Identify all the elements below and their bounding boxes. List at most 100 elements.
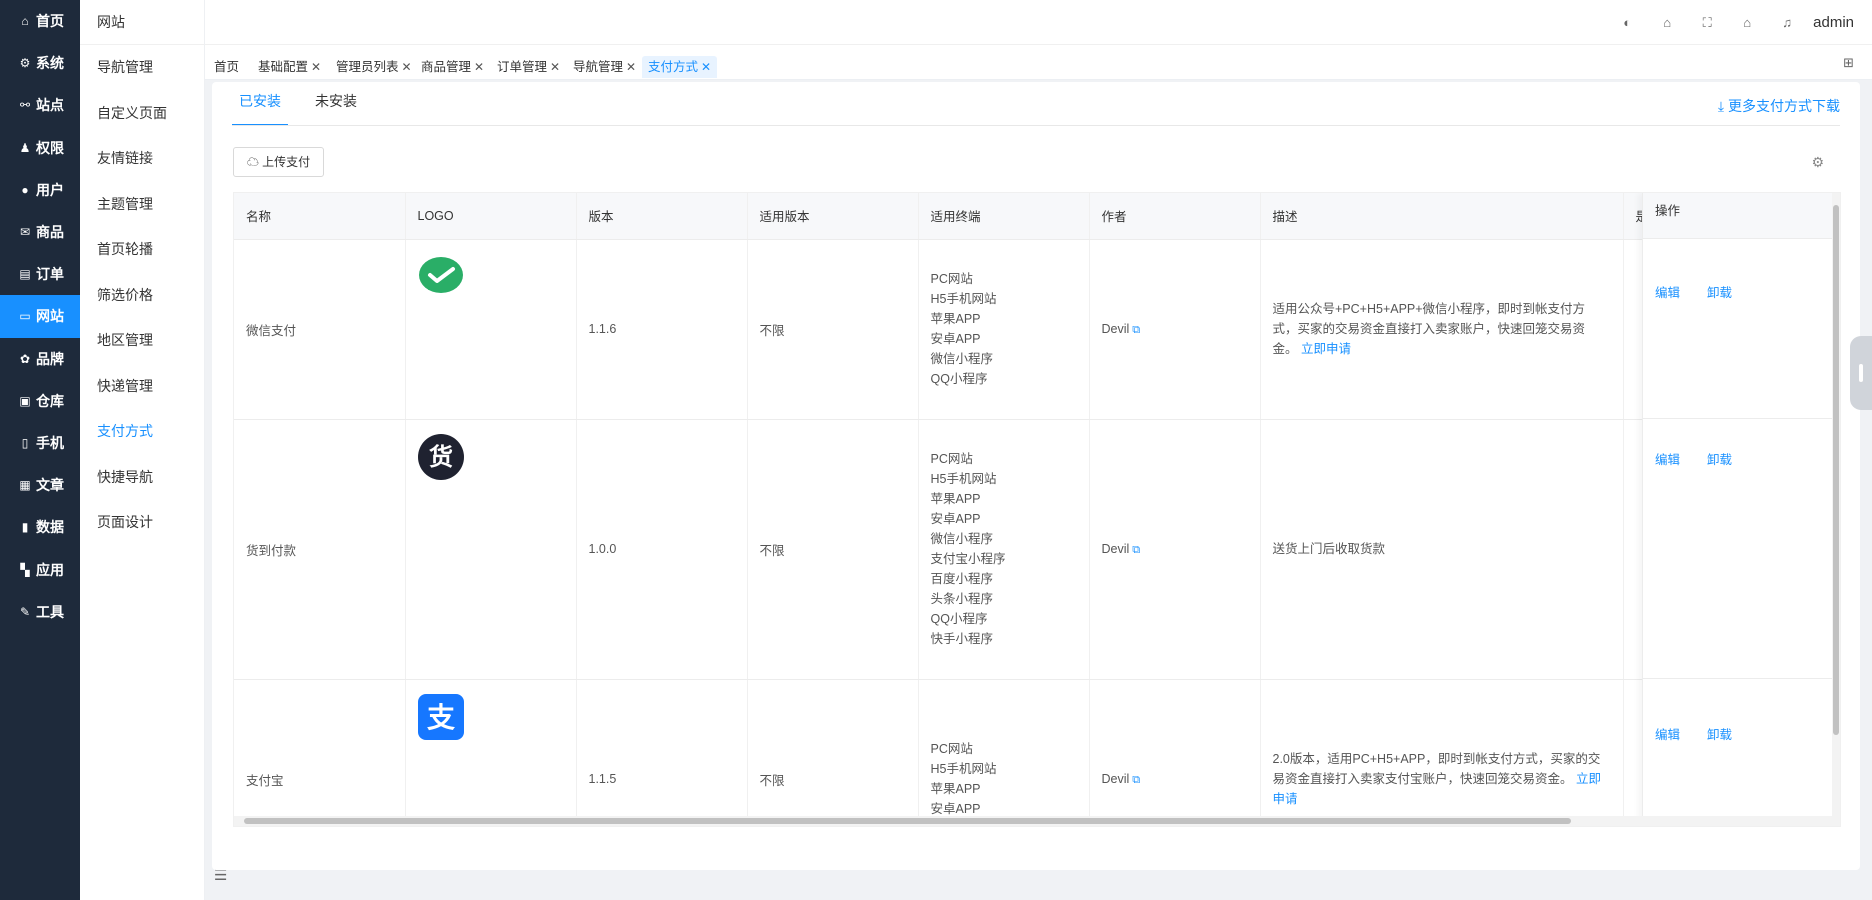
sidebar-item-11[interactable]: ▦ 文章 <box>0 464 80 506</box>
main-card: 已安装 未安装 ⤓ 更多支付方式下载 ☁ 上传支付 ⚙ 名称 LOGO 版本 适用版本… <box>212 82 1860 870</box>
column-header: 适用版本 <box>747 193 919 240</box>
external-link-icon[interactable]: ⧉ <box>1132 774 1140 786</box>
close-icon[interactable]: ✕ <box>474 60 484 74</box>
vertical-scroll-thumb[interactable] <box>1833 205 1839 735</box>
sidebar-item-label: 工具 <box>36 603 64 620</box>
logo-cell <box>405 239 577 420</box>
terminal-item: PC网站 <box>930 272 973 286</box>
subnav-item[interactable]: 自定义页面 <box>80 91 204 137</box>
subnav-item[interactable]: 页面设计 <box>80 500 204 546</box>
external-link-icon[interactable]: ⧉ <box>1132 544 1140 556</box>
terminal-item: 快手小程序 <box>930 632 994 646</box>
sidebar-item-2[interactable]: ⚯ 站点 <box>0 84 80 126</box>
terminal-item: 苹果APP <box>930 782 981 796</box>
page-tab[interactable]: 商品管理 ✕ <box>415 56 490 78</box>
terminal-item: H5手机网站 <box>930 762 997 776</box>
upload-button-label: 上传支付 <box>262 155 311 169</box>
applicable-version: 不限 <box>747 419 919 680</box>
sidebar-item-4[interactable]: ● 用户 <box>0 169 80 211</box>
uninstall-button[interactable]: 卸载 <box>1707 282 1732 301</box>
description: 适用公众号+PC+H5+APP+微信小程序，即时到帐支付方式，买家的交易资金直接… <box>1260 239 1624 420</box>
close-icon[interactable]: ✕ <box>626 60 636 74</box>
version: 1.0.0 <box>576 419 748 680</box>
upload-payment-button[interactable]: ☁ 上传支付 <box>233 147 324 177</box>
edit-button[interactable]: 编辑 <box>1655 724 1680 743</box>
terminal-item: QQ小程序 <box>930 612 988 626</box>
settings-icon[interactable]: ⚙ <box>1811 154 1824 171</box>
sidebar-item-5[interactable]: ✉ 商品 <box>0 211 80 253</box>
subnav-item[interactable]: 快捷导航 <box>80 455 204 501</box>
sidebar-item-label: 商品 <box>36 224 64 241</box>
subnav-item[interactable]: 筛选价格 <box>80 273 204 319</box>
sidebar-item-0[interactable]: ⌂ 首页 <box>0 0 80 42</box>
horizontal-scroll-thumb[interactable] <box>244 818 1571 824</box>
page-tab[interactable]: 导航管理 ✕ <box>567 56 642 78</box>
bell-icon[interactable]: ♫ <box>1767 15 1807 30</box>
home-icon[interactable]: ⌂ <box>1727 15 1767 30</box>
uninstall-button[interactable]: 卸载 <box>1707 449 1732 468</box>
version: 1.1.5 <box>576 679 748 826</box>
subnav-item[interactable]: 首页轮播 <box>80 227 204 273</box>
sidebar-item-1[interactable]: ⚙ 系统 <box>0 42 80 84</box>
author-link[interactable]: Devil <box>1102 542 1130 556</box>
more-payment-download-link[interactable]: ⤓ 更多支付方式下载 <box>1718 96 1840 116</box>
subnav-item[interactable]: 快递管理 <box>80 364 204 410</box>
author-link[interactable]: Devil <box>1102 322 1130 336</box>
sidebar-item-6[interactable]: ▤ 订单 <box>0 253 80 295</box>
external-link-icon[interactable]: ⧉ <box>1132 324 1140 336</box>
uninstall-button[interactable]: 卸载 <box>1707 724 1732 743</box>
page-tab[interactable]: 基础配置 ✕ <box>252 56 327 78</box>
sidebar-item-8[interactable]: ✿ 品牌 <box>0 338 80 380</box>
subnav-item[interactable]: 导航管理 <box>80 45 204 91</box>
author-link[interactable]: Devil <box>1102 772 1130 786</box>
sidebar-item-14[interactable]: ✎ 工具 <box>0 591 80 633</box>
grid-icon[interactable]: ⊞ <box>1843 55 1854 71</box>
subnav-item[interactable]: 主题管理 <box>80 182 204 228</box>
side-drawer-handle[interactable] <box>1850 336 1872 410</box>
page-tab[interactable]: 管理员列表 ✕ <box>330 56 418 78</box>
top-bar: ◐ ⌂ ⛶ ⌂ ♫ admin <box>205 0 1872 45</box>
sidebar-item-10[interactable]: ▯ 手机 <box>0 422 80 464</box>
sidebar-item-7[interactable]: ▭ 网站 <box>0 295 80 338</box>
page-tab[interactable]: 订单管理 ✕ <box>491 56 566 78</box>
edit-button[interactable]: 编辑 <box>1655 449 1680 468</box>
subnav-item[interactable]: 支付方式 <box>80 409 204 455</box>
tab-installed[interactable]: 已安装 <box>232 82 288 126</box>
sidebar-item-9[interactable]: ▣ 仓库 <box>0 380 80 422</box>
terminal-item: H5手机网站 <box>930 472 997 486</box>
palette-icon[interactable]: ◐ <box>1607 15 1647 30</box>
sidebar-item-12[interactable]: ▮ 数据 <box>0 506 80 548</box>
tabs-divider <box>232 125 1840 126</box>
terminal-item: 安卓APP <box>930 332 981 346</box>
user-name[interactable]: admin <box>1813 14 1854 31</box>
more-link-label: 更多支付方式下载 <box>1728 98 1840 114</box>
sidebar-item-label: 订单 <box>36 266 64 283</box>
horizontal-scrollbar[interactable] <box>234 816 1840 826</box>
page-tab[interactable]: 首页 <box>208 56 245 78</box>
payment-name: 支付宝 <box>234 679 406 826</box>
page-tab[interactable]: 支付方式 ✕ <box>642 56 718 78</box>
sidebar-item-3[interactable]: ♟ 权限 <box>0 127 80 169</box>
fullscreen-icon[interactable]: ⛶ <box>1687 15 1727 31</box>
column-header: 名称 <box>234 193 406 240</box>
alipay-logo: 支 <box>417 693 464 740</box>
table-row: 微信支付 1.1.6 不限 PC网站 H5手机网站 苹果APP 安卓APP 微信小程序 QQ小程… <box>234 239 1840 420</box>
bank-icon[interactable]: ⌂ <box>1647 15 1687 30</box>
close-icon[interactable]: ✕ <box>550 60 560 74</box>
sidebar-item-13[interactable]: ▚ 应用 <box>0 548 80 590</box>
vertical-scrollbar[interactable] <box>1832 193 1840 826</box>
apply-now-link[interactable]: 立即申请 <box>1301 342 1351 356</box>
edit-button[interactable]: 编辑 <box>1655 282 1680 301</box>
description: 2.0版本，适用PC+H5+APP，即时到帐支付方式，买家的交易资金直接打入卖家… <box>1260 679 1624 826</box>
close-icon[interactable]: ✕ <box>701 60 711 74</box>
operations-row: 编辑 卸载 <box>1643 679 1832 826</box>
column-header: 版本 <box>576 193 748 240</box>
close-icon[interactable]: ✕ <box>311 60 321 74</box>
terminals: PC网站 H5手机网站 苹果APP 安卓APP 微信小程序 支付宝小程序 百度小程序 头条小程… <box>918 419 1090 680</box>
subnav-item[interactable]: 地区管理 <box>80 318 204 364</box>
page-tab-label: 导航管理 <box>573 60 624 74</box>
close-icon[interactable]: ✕ <box>402 60 412 74</box>
tab-uninstalled[interactable]: 未安装 <box>308 82 364 126</box>
subnav-item[interactable]: 友情链接 <box>80 136 204 182</box>
order-icon: ▤ <box>19 267 31 282</box>
